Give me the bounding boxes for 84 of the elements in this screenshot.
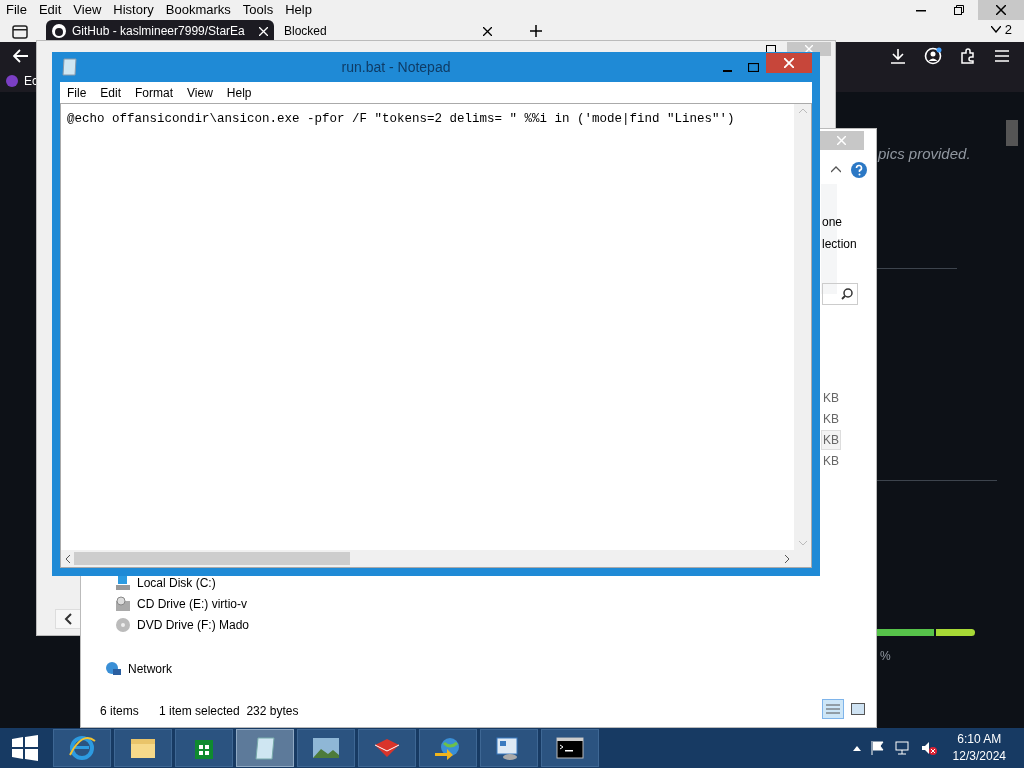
close-icon (836, 136, 846, 145)
scroll-right-icon[interactable] (785, 554, 790, 563)
taskbar-app-button[interactable] (480, 729, 538, 767)
text-area[interactable]: @echo offansicondir\ansicon.exe -pfor /F "tokens=2 delims= " %%i in ('mode|find "Lines"') (60, 103, 812, 568)
disc-icon (115, 617, 131, 633)
bookmark-icon (6, 75, 18, 87)
menu-item[interactable]: Help (279, 0, 318, 20)
percent-text: % (880, 648, 891, 665)
clock[interactable]: 6:10 AM 12/3/2024 (952, 731, 1006, 765)
hard-disk-icon (115, 575, 131, 591)
drive-item[interactable]: Local Disk (C:) (115, 575, 249, 591)
page-text: pics provided. (878, 144, 971, 164)
window-title: run.bat - Notepad (340, 57, 452, 77)
browser-e-icon (67, 735, 97, 761)
tab-count: 2 (1004, 20, 1012, 39)
command-prompt-icon (555, 735, 585, 761)
network-icon (105, 661, 122, 677)
ribbon-label[interactable]: lection (822, 235, 857, 253)
tab-list-icon[interactable] (12, 25, 28, 39)
menu-item[interactable]: Help (219, 83, 259, 102)
collapse-ribbon-icon[interactable] (831, 166, 841, 173)
page-scrollbar (1006, 120, 1018, 146)
maximize-icon (747, 62, 759, 72)
menu-item[interactable]: Format (128, 83, 181, 102)
chevron-left-icon (64, 613, 72, 625)
network-item[interactable]: Network (105, 660, 172, 678)
browser-tab[interactable]: Blocked (274, 20, 502, 42)
new-tab-icon[interactable] (530, 25, 542, 37)
download-icon[interactable] (890, 48, 906, 64)
details-view-icon (826, 703, 840, 715)
scroll-thumb[interactable] (74, 552, 350, 565)
picture-frame-icon (311, 735, 341, 761)
chevron-down-icon[interactable] (990, 25, 1001, 33)
file-size[interactable]: KB (821, 388, 841, 408)
menu-item[interactable]: Edit (93, 83, 129, 102)
muted-speaker-icon[interactable] (920, 741, 937, 755)
status-text: 1 item selected 232 bytes (159, 703, 299, 720)
menu-item[interactable]: File (60, 83, 94, 102)
file-size[interactable]: KB (821, 409, 841, 429)
search-icon (841, 288, 853, 300)
close-tab-icon[interactable] (483, 26, 492, 36)
close-icon (996, 5, 1006, 15)
taskbar-app-button[interactable] (114, 729, 172, 767)
text-line: @echo offansicondir\ansicon.exe -pfor /F "tokens=2 delims= " %%i in ('mode|find "Lines"') (67, 112, 735, 126)
menu-item[interactable]: History (107, 0, 160, 20)
search-field[interactable] (822, 283, 858, 305)
help-icon[interactable] (851, 162, 867, 178)
windows-logo-icon (12, 735, 38, 761)
maximize-icon (766, 45, 776, 53)
back-button[interactable] (55, 609, 81, 629)
browser-tab[interactable]: GitHub - kaslmineer7999/StarEa (46, 20, 274, 42)
menu-item[interactable]: View (180, 83, 220, 102)
ribbon-label[interactable]: one (822, 213, 843, 231)
puzzle-icon[interactable] (960, 48, 976, 64)
menu-item[interactable]: File (0, 0, 33, 20)
optical-drive-icon (115, 596, 131, 612)
thumbnail-view-icon (851, 703, 865, 715)
back-arrow-icon[interactable] (13, 49, 29, 63)
account-icon[interactable] (924, 47, 942, 65)
menu-item[interactable]: View (67, 0, 108, 20)
menu-item[interactable]: Bookmarks (159, 0, 237, 20)
close-icon (784, 58, 794, 68)
network-status-icon[interactable] (894, 741, 911, 755)
github-cat-icon (52, 24, 66, 38)
drive-item[interactable]: DVD Drive (F:) Mado (115, 617, 249, 633)
close-button[interactable] (978, 0, 1024, 20)
close-icon (805, 45, 813, 53)
notepad-icon (62, 58, 78, 76)
taskbar-app-button[interactable] (541, 729, 599, 767)
flag-icon[interactable] (870, 741, 885, 755)
file-size[interactable]: KB (821, 451, 841, 471)
restore-icon (954, 5, 964, 15)
scroll-left-icon[interactable] (65, 554, 70, 563)
tab-title: GitHub - kaslmineer7999/StarEa (72, 23, 245, 40)
menu-icon[interactable] (994, 49, 1010, 63)
status-text: 6 items (100, 703, 139, 720)
taskbar-app-button[interactable] (175, 729, 233, 767)
menu-item[interactable]: Edit (32, 0, 68, 20)
show-hidden-icons-icon[interactable] (852, 745, 861, 751)
file-size[interactable]: KB (821, 430, 841, 450)
menu-item[interactable]: Tools (236, 0, 280, 20)
drive-item[interactable]: CD Drive (E:) virtio-v (115, 596, 249, 612)
tab-title: Blocked (284, 23, 327, 40)
horizontal-scrollbar[interactable] (61, 550, 794, 567)
